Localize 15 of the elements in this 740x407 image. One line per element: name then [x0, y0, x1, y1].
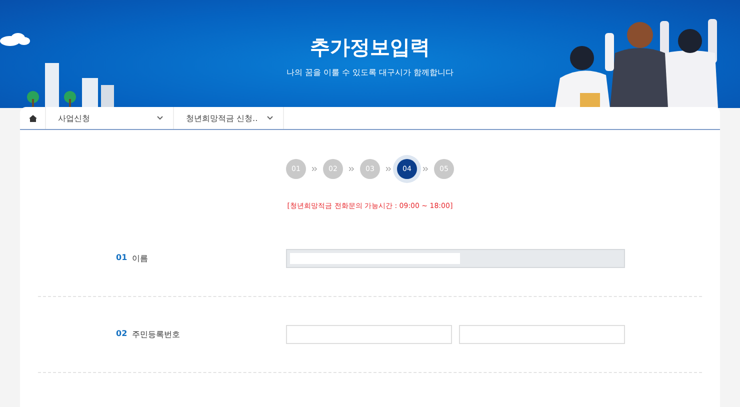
- chevron-icon: [423, 167, 428, 171]
- banner-subtitle: 나의 꿈을 이룰 수 있도록 대구시가 함께합니다: [286, 67, 454, 78]
- field-label: 주민등록번호: [132, 329, 180, 340]
- field-number: 01: [116, 253, 128, 264]
- input-field[interactable]: [286, 325, 452, 344]
- input-field[interactable]: [459, 325, 625, 344]
- field-label: 이름: [132, 253, 148, 264]
- chevron-icon: [157, 116, 163, 120]
- chevron-icon: [349, 167, 354, 171]
- chevron-icon: [312, 167, 317, 171]
- chevron-icon: [267, 116, 273, 120]
- chevron-icon: [386, 167, 391, 171]
- home-icon[interactable]: [28, 114, 36, 122]
- page-title: 추가정보입력: [310, 34, 430, 61]
- field-number: 02: [116, 329, 128, 340]
